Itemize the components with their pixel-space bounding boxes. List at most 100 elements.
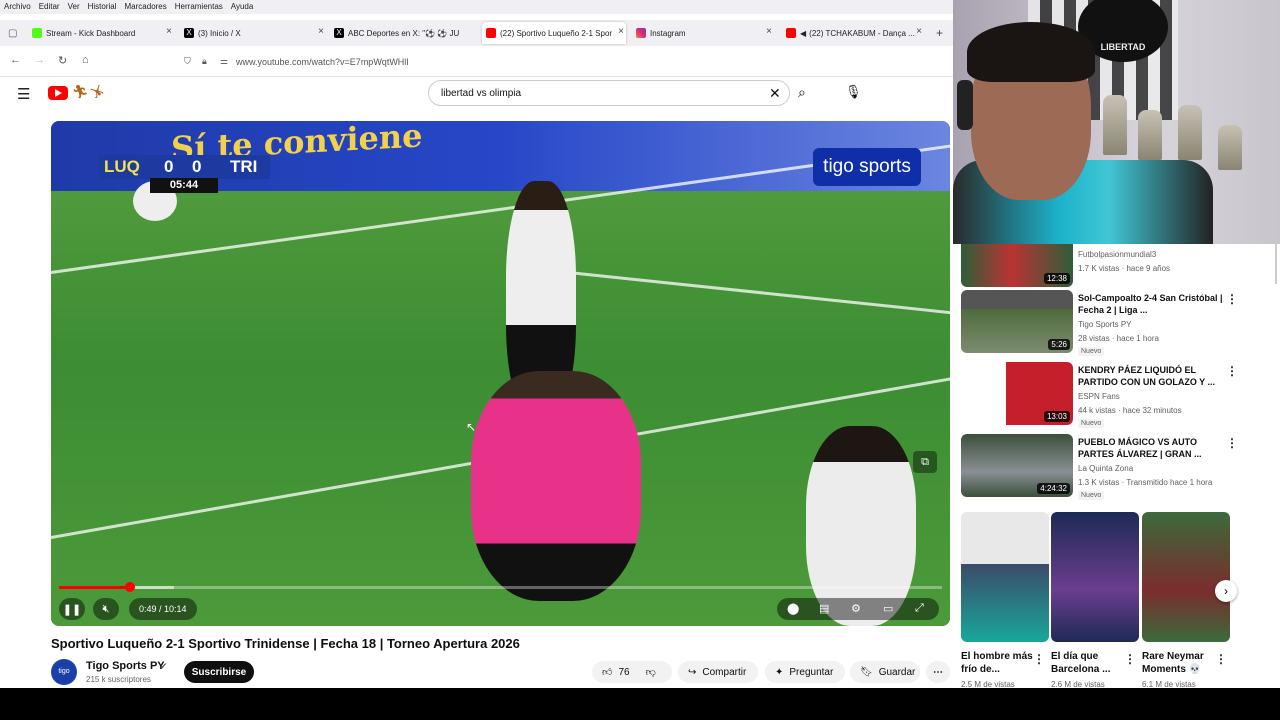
tab-x-inicio[interactable]: X (3) Inicio / X × [184,22,326,44]
headphones-icon [957,80,973,130]
video-player[interactable]: Sí te conviene LUQ 0 0 TRI 05:44 tigo sp… [51,121,950,626]
menu-icon[interactable]: ☰ [17,85,30,103]
channel-name[interactable]: Tigo Sports PY [86,660,165,672]
menu-editar[interactable]: Editar [35,0,64,11]
speaker-icon[interactable]: ◀ [800,29,806,38]
close-icon[interactable]: × [916,26,922,37]
subscribe-button[interactable]: Suscribirse [184,661,254,683]
short-title[interactable]: Rare Neymar Moments 💀 [1142,650,1218,676]
home-icon[interactable]: ⌂ [82,54,89,66]
browser-window: Archivo Editar Ver Historial Marcadores Herra… [0,0,953,688]
away-team: TRI [230,157,258,176]
mute-icon[interactable]: 🔇︎ [93,598,119,620]
subtitles-icon[interactable]: ▤ [819,602,829,615]
youtube-logo-icon[interactable] [48,86,68,100]
x-logo-icon: X [334,28,344,38]
like-icon[interactable]: 👍︎ [602,666,612,678]
microphone-icon[interactable]: 🎙︎ [845,84,862,100]
tab-instagram[interactable]: Instagram × [636,22,774,44]
close-icon[interactable]: × [318,26,324,37]
rec-title[interactable]: Sol-Campoalto 2-4 San Cristóbal | Fecha … [1078,292,1228,316]
rec-thumbnail[interactable]: 4:24:32 [961,434,1073,497]
back-icon[interactable]: ← [10,54,21,66]
menu-herramientas[interactable]: Herramientas [171,0,227,11]
menu-ver[interactable]: Ver [64,0,84,11]
short-title[interactable]: El día que Barcelona ... [1051,650,1127,676]
save-button[interactable]: 🔖︎ Guardar [850,661,920,683]
search-icon[interactable]: ⌕ [798,84,806,101]
autoplay-toggle-icon[interactable]: ⬤ [787,602,799,615]
more-options-icon[interactable]: ⋮ [1124,652,1136,666]
chevron-right-icon[interactable]: › [1215,580,1237,602]
tab-overview-icon[interactable]: ▢ [8,22,26,44]
goalkeeper-pink [471,371,641,601]
pip-icon[interactable]: ⧉ [913,451,937,473]
tab-abc-deportes[interactable]: X ABC Deportes en X: "⚽ ⚽ JU [334,22,476,44]
menu-bar: Archivo Editar Ver Historial Marcadores Herra… [0,0,953,14]
short-title[interactable]: El hombre más frío de... [961,650,1037,676]
rec-item[interactable]: 12:38 Futbolpasionmundial3 1.7 K vistas … [961,244,1261,290]
menu-historial[interactable]: Historial [84,0,121,11]
ask-button[interactable]: ✦ Preguntar [765,661,845,683]
menu-marcadores[interactable]: Marcadores [121,0,171,11]
more-actions-icon[interactable]: ⋯ [926,661,950,683]
x-logo-icon: X [184,28,194,38]
menu-ayuda[interactable]: Ayuda [227,0,258,11]
progress-bar[interactable] [59,582,942,592]
rec-channel[interactable]: Futbolpasionmundial3 [1078,250,1156,259]
rec-title[interactable]: KENDRY PÁEZ LIQUIDÓ EL PARTIDO CON UN GO… [1078,364,1228,388]
rec-thumbnail[interactable]: 12:38 [961,244,1073,287]
rec-channel[interactable]: ESPN Fans [1078,392,1120,401]
forward-icon[interactable]: → [34,54,45,66]
rec-item[interactable]: 5:26 Sol-Campoalto 2-4 San Cristóbal | F… [961,290,1261,356]
more-options-icon[interactable]: ⋮ [1033,652,1045,666]
rec-channel[interactable]: La Quinta Zona [1078,464,1133,473]
clear-search-icon[interactable]: ✕ [769,85,781,102]
share-button[interactable]: ↪ Compartir [678,661,758,683]
short-thumbnail[interactable] [1051,512,1139,642]
save-label: Guardar [878,666,916,678]
mouse-cursor-icon: ↖ [466,420,477,434]
more-options-icon[interactable]: ⋮ [1226,292,1238,306]
channel-avatar[interactable]: tigo sports [51,659,77,685]
tab-tchakabum[interactable]: ◀ (22) TCHAKABUM - Dança ... × [786,22,924,44]
like-count[interactable]: 76 [618,667,629,678]
short-thumbnail[interactable] [961,512,1049,642]
close-icon[interactable]: × [618,26,624,37]
rec-thumbnail[interactable]: 13:03 [961,362,1073,425]
more-options-icon[interactable]: ⋮ [1226,364,1238,378]
tab-label: Stream - Kick Dashboard [46,28,136,38]
close-icon[interactable]: × [166,26,172,37]
more-options-icon[interactable]: ⋮ [1226,436,1238,450]
tab-youtube-active[interactable]: (22) Sportivo Luqueño 2-1 Spor × [482,22,626,44]
channel-row: tigo sports Tigo Sports PY ✔ 215 k suscr… [51,659,951,687]
permissions-icon[interactable]: ⚌ [220,56,228,67]
theater-icon[interactable]: ▭ [883,602,893,615]
short-thumbnail[interactable] [1142,512,1230,642]
rec-duration: 13:03 [1043,411,1070,422]
scrubber-knob[interactable] [124,582,135,592]
lock-icon[interactable]: 🔒︎ [202,56,207,67]
reload-icon[interactable]: ↻ [58,54,67,67]
rec-item[interactable]: 13:03 KENDRY PÁEZ LIQUIDÓ EL PARTIDO CON… [961,362,1261,428]
webcam-overlay: LIBERTAD [953,0,1280,244]
rec-item[interactable]: 4:24:32 PUEBLO MÁGICO VS AUTO PARTES ÁLV… [961,434,1261,500]
fullscreen-icon[interactable]: ⤢ [915,602,924,615]
more-options-icon[interactable]: ⋮ [1215,652,1227,666]
settings-icon[interactable]: ⚙ [851,602,861,615]
url-bar[interactable]: www.youtube.com/watch?v=E7mpWqtWHlI [236,57,409,67]
pause-icon[interactable]: ❚❚ [59,598,85,620]
close-icon[interactable]: × [766,26,772,37]
new-tab-button[interactable]: + [936,22,950,44]
rec-channel[interactable]: Tigo Sports PY [1078,320,1132,329]
doodle-figures-icon[interactable]: 🏃︎🤸︎ [72,84,105,100]
rec-title[interactable]: PUEBLO MÁGICO VS AUTO PARTES ÁLVAREZ | G… [1078,436,1228,460]
shield-icon[interactable]: ⛉ [184,56,191,67]
tab-kick[interactable]: Stream - Kick Dashboard × [32,22,174,44]
pitch-line [520,266,950,317]
search-input[interactable]: libertad vs olimpia ✕ [428,80,790,106]
dislike-icon[interactable]: 👎︎ [646,666,656,678]
rec-thumbnail[interactable]: 5:26 [961,290,1073,353]
menu-archivo[interactable]: Archivo [0,0,35,11]
scrollbar[interactable] [1275,244,1277,284]
